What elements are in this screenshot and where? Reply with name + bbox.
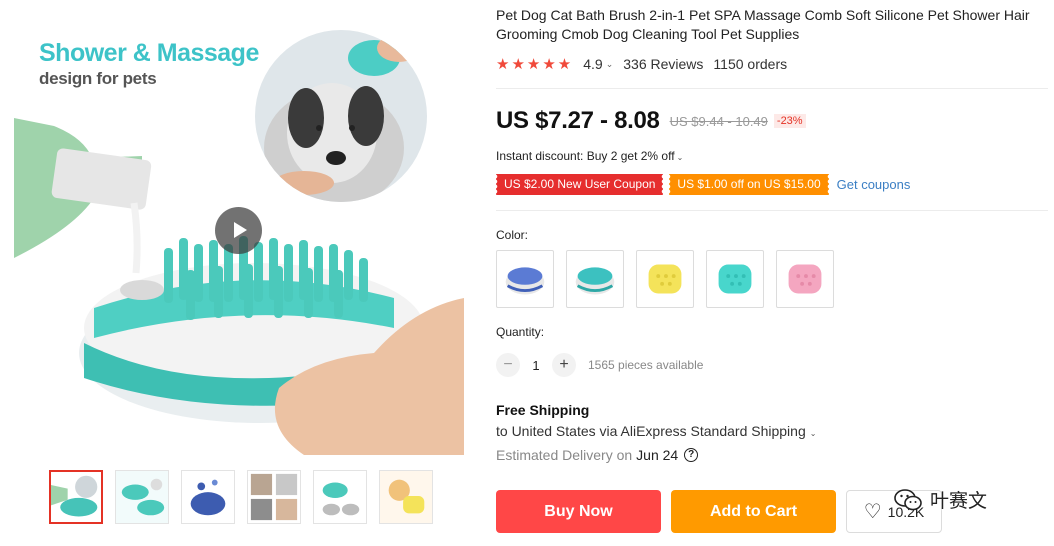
color-option-mint[interactable] — [706, 250, 764, 308]
watermark-text: 叶赛文 — [930, 491, 988, 512]
product-main-image[interactable]: Shower & Massage design for pets — [14, 8, 464, 455]
stock-available: 1565 pieces available — [588, 358, 704, 372]
thumbnail-3[interactable] — [181, 470, 235, 524]
thumbnail-6[interactable] — [379, 470, 433, 524]
delivery-date: Jun 24 — [636, 447, 679, 463]
shipping-method-label: to United States via AliExpress Standard… — [496, 423, 806, 439]
delivery-label: Estimated Delivery on — [496, 447, 633, 463]
rating-stars: ★★★★★ — [496, 56, 574, 73]
thumbnail-strip — [49, 470, 433, 524]
buy-now-button[interactable]: Buy Now — [496, 490, 661, 533]
color-option-blue-white[interactable] — [496, 250, 554, 308]
color-swatches — [496, 250, 834, 308]
reviews-link[interactable]: 336 Reviews — [623, 56, 703, 72]
divider — [496, 88, 1048, 89]
thumbnail-2[interactable] — [115, 470, 169, 524]
wechat-icon — [894, 488, 922, 512]
store-coupon[interactable]: US $1.00 off on US $15.00 — [668, 174, 829, 195]
shipping-method[interactable]: to United States via AliExpress Standard… — [496, 423, 816, 439]
thumbnail-4[interactable] — [247, 470, 301, 524]
increase-quantity-button[interactable]: + — [552, 353, 576, 377]
estimated-delivery: Estimated Delivery on Jun 24 ? — [496, 447, 699, 463]
chevron-down-icon: ⌄ — [809, 429, 817, 438]
chevron-down-icon: ⌄ — [676, 153, 684, 162]
discount-badge: -23% — [773, 114, 806, 128]
divider — [496, 210, 1048, 211]
decrease-quantity-button[interactable]: − — [496, 353, 520, 377]
get-coupons-link[interactable]: Get coupons — [837, 177, 911, 192]
quantity-input[interactable]: 1 — [520, 358, 552, 373]
play-video-button[interactable] — [215, 207, 262, 254]
product-title: Pet Dog Cat Bath Brush 2-in-1 Pet SPA Ma… — [496, 7, 1030, 42]
chevron-down-icon: ⌄ — [605, 58, 614, 69]
shipping-title: Free Shipping — [496, 402, 590, 418]
orders-count: 1150 orders — [713, 56, 788, 72]
hero-title: Shower & Massage — [39, 39, 259, 67]
hero-subtitle: design for pets — [39, 69, 157, 88]
color-option-pink[interactable] — [776, 250, 834, 308]
color-option-yellow[interactable] — [636, 250, 694, 308]
rating-value[interactable]: 4.9 — [583, 56, 602, 72]
price-row: US $7.27 - 8.08 US $9.44 - 10.49 -23% — [496, 107, 806, 135]
thumbnail-5[interactable] — [313, 470, 367, 524]
current-price: US $7.27 - 8.08 — [496, 107, 660, 134]
quantity-label: Quantity: — [496, 325, 545, 339]
new-user-coupon[interactable]: US $2.00 New User Coupon — [494, 174, 664, 195]
instant-discount[interactable]: Instant discount: Buy 2 get 2% off ⌄ — [496, 149, 683, 163]
original-price: US $9.44 - 10.49 — [669, 113, 768, 129]
color-label: Color: — [496, 228, 529, 242]
watermark: 叶赛文 — [894, 486, 987, 513]
color-option-teal-white[interactable] — [566, 250, 624, 308]
instant-discount-label: Instant discount: Buy 2 get 2% off — [496, 149, 675, 163]
coupon-row: US $2.00 New User Coupon US $1.00 off on… — [494, 174, 911, 195]
help-icon[interactable]: ? — [684, 448, 699, 462]
quantity-stepper: − 1 + 1565 pieces available — [496, 353, 703, 377]
thumbnail-1[interactable] — [49, 470, 103, 524]
heart-icon: ♡ — [863, 501, 882, 523]
add-to-cart-button[interactable]: Add to Cart — [671, 490, 836, 533]
rating-row: ★★★★★ 4.9 ⌄ 336 Reviews 1150 orders — [496, 55, 787, 73]
